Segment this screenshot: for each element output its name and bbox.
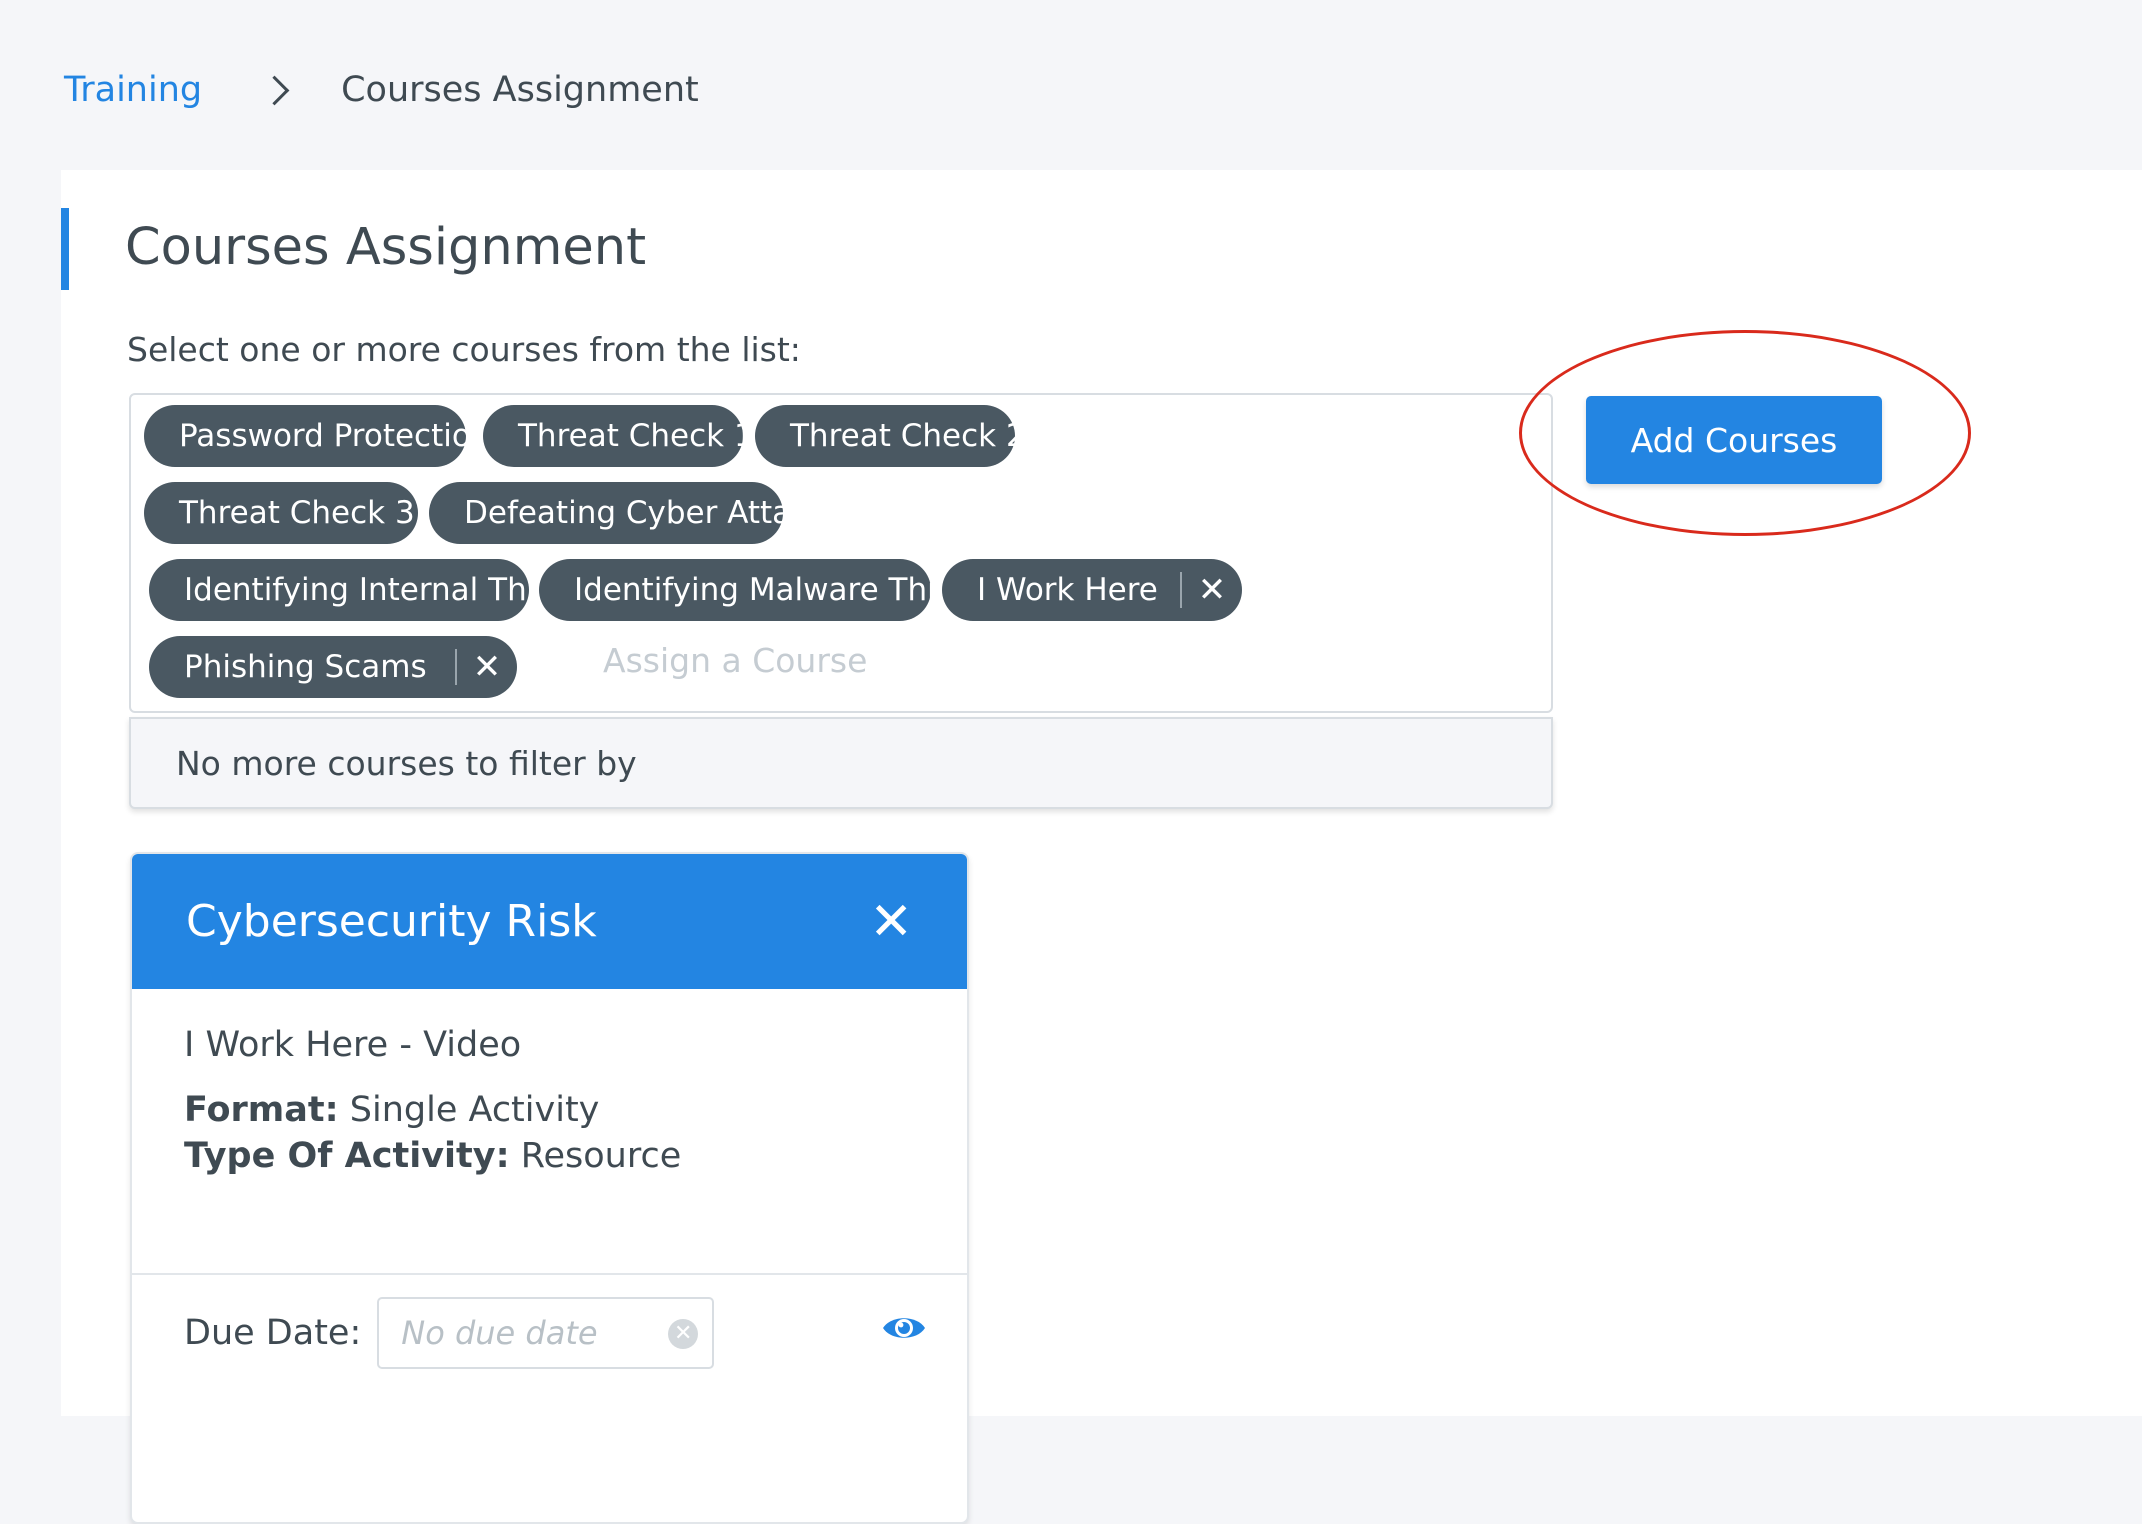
course-select-label: Select one or more courses from the list… [127,330,801,369]
breadcrumb-current: Courses Assignment [341,70,699,110]
course-tag-label: Identifying Malware Threats [574,572,1006,608]
title-accent-bar [61,208,69,290]
course-tag: Threat Check 3 ✕ [144,482,453,544]
course-tag: Phishing Scams ✕ [149,636,517,698]
format-label: Format: [184,1090,339,1130]
course-tag: Threat Check 2 ✕ [755,405,1064,467]
course-format: Format: Single Activity [184,1087,915,1133]
eye-icon[interactable] [881,1313,927,1347]
close-icon[interactable]: ✕ [457,636,517,698]
chevron-right-icon [259,75,290,105]
course-tag-label: Password Protection [179,418,491,454]
highlight-annotation [1519,330,1971,536]
course-tag-label: Threat Check 1 [518,418,754,454]
course-activity-type: Type Of Activity: Resource [184,1133,915,1179]
due-date-input[interactable] [401,1314,652,1352]
course-multiselect[interactable]: Password Protection ✕ Threat Check 1 ✕ T… [129,393,1553,713]
close-icon[interactable]: ✕ [1036,405,1065,467]
course-card-footer: Due Date: ✕ [132,1275,967,1391]
course-card-subtitle: I Work Here - Video [184,1025,522,1065]
breadcrumb: Training Courses Assignment [64,62,699,118]
course-card-header: Cybersecurity Risk ✕ [132,854,967,989]
close-icon[interactable]: ✕ [852,482,881,544]
assign-course-input[interactable] [603,635,1203,685]
course-tag: Identifying Malware Threats ✕ [539,559,1044,621]
course-card: Cybersecurity Risk ✕ I Work Here - Video… [130,852,969,1524]
course-tag: I Work Here ✕ [942,559,1242,621]
course-card-body: I Work Here - Video Format: Single Activ… [132,989,967,1275]
course-tag: Password Protection ✕ [144,405,529,467]
format-value: Single Activity [349,1090,600,1130]
course-tag-label: Phishing Scams [184,649,427,685]
course-tag-label: I Work Here [977,572,1158,608]
clear-circle-icon[interactable]: ✕ [668,1319,699,1349]
breadcrumb-link-training[interactable]: Training [64,70,202,110]
due-date-label: Due Date: [184,1313,362,1353]
course-tag: Defeating Cyber Attacks ✕ [429,482,881,544]
main-panel: Courses Assignment Select one or more co… [61,170,2142,1524]
course-tag: Threat Check 1 ✕ [483,405,792,467]
page-title: Courses Assignment [125,218,647,277]
course-tag-label: Threat Check 3 [179,495,415,531]
course-dropdown: No more courses to filter by [129,717,1553,809]
close-icon[interactable]: ✕ [1182,559,1242,621]
activity-value: Resource [520,1136,682,1176]
activity-label: Type Of Activity: [184,1136,510,1176]
close-icon[interactable]: ✕ [869,896,913,948]
dropdown-empty-message: No more courses to filter by [176,743,637,783]
course-card-title: Cybersecurity Risk [186,896,597,947]
due-date-field-wrapper: ✕ [377,1297,715,1369]
course-tag-label: Defeating Cyber Attacks [464,495,843,531]
course-tag: Identifying Internal Threats ✕ [149,559,644,621]
course-tag-label: Threat Check 2 [790,418,1026,454]
